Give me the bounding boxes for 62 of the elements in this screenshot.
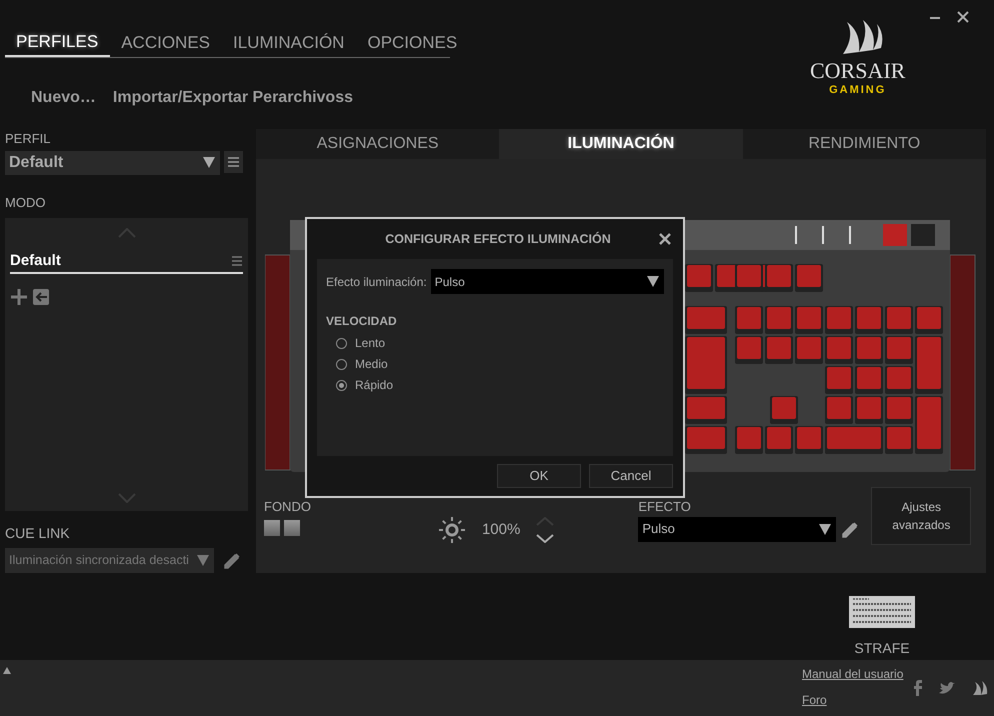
dropdown-value: Iluminación sincronizada desacti: [9, 552, 189, 570]
effect-dropdown[interactable]: Pulso: [638, 516, 836, 542]
effect-dropdown[interactable]: Pulso: [430, 269, 664, 294]
import-icon[interactable]: [32, 288, 50, 306]
caret-icon: [646, 275, 660, 288]
profile-action-link[interactable]: Importar/Exportar Perarchivoss: [112, 86, 353, 110]
profile-action-link[interactable]: Nuevo…: [31, 86, 96, 110]
close-icon[interactable]: [659, 233, 671, 245]
section-label: EFECTO: [638, 498, 692, 516]
section-label: CUE LINK: [5, 524, 71, 543]
section-label: FONDO: [264, 498, 311, 516]
menu-button[interactable]: [224, 150, 243, 172]
pencil-icon[interactable]: [840, 520, 860, 538]
radio-button[interactable]: [336, 380, 347, 390]
dropdown-value: Default: [9, 152, 64, 172]
panel-tab[interactable]: ASIGNACIONES: [256, 129, 500, 159]
dropdown-value: Pulso: [642, 520, 675, 538]
menu-icon: [227, 156, 240, 168]
brightness-icon: [438, 516, 466, 544]
keyboard-icon[interactable]: [849, 596, 915, 628]
dropdown-value: Pulso: [434, 274, 465, 290]
advanced-settings-button[interactable]: Ajustes avanzados: [871, 487, 972, 545]
profile-dropdown[interactable]: Default: [5, 150, 220, 174]
decrease-icon[interactable]: [536, 534, 554, 543]
section-label: PERFIL: [5, 130, 52, 148]
add-icon[interactable]: [10, 288, 28, 306]
logo-subtitle: GAMING: [829, 83, 886, 98]
radio-button[interactable]: [336, 338, 347, 348]
close-icon[interactable]: [957, 10, 970, 24]
expand-icon[interactable]: [3, 667, 11, 674]
logo-wordmark: CORSAIR: [810, 60, 906, 82]
footer-link[interactable]: Foro: [802, 693, 904, 707]
nav-tab[interactable]: ILUMINACIÓN: [222, 32, 356, 57]
mode-name: Default: [10, 250, 61, 271]
sails-icon[interactable]: [971, 680, 990, 696]
dialog-button[interactable]: Cancel: [589, 464, 673, 488]
brightness-reading: 100%: [482, 520, 520, 540]
caret-icon: [196, 554, 210, 567]
radio-button[interactable]: [336, 358, 347, 370]
mode-item[interactable]: Default: [10, 250, 243, 274]
nav-tab[interactable]: OPCIONES: [356, 32, 470, 57]
radio-label: Medio: [355, 356, 388, 373]
section-label: MODO: [5, 194, 46, 212]
nav-tab[interactable]: ACCIONES: [110, 32, 222, 57]
menu-icon[interactable]: [231, 255, 243, 267]
radio-label: Rápido: [355, 377, 394, 394]
field-label: Efecto iluminación:: [326, 274, 427, 290]
swatch-button[interactable]: [264, 520, 280, 536]
nav-tab[interactable]: PERFILES: [5, 32, 110, 57]
bird-icon[interactable]: [939, 682, 956, 694]
facebook-icon[interactable]: [913, 680, 924, 696]
panel-tab[interactable]: RENDIMIENTO: [742, 129, 986, 159]
speed-label: VELOCIDAD: [326, 313, 398, 330]
radio-label: Lento: [355, 335, 386, 352]
footer-link[interactable]: Manual del usuario: [802, 667, 904, 681]
caret-icon: [818, 522, 832, 536]
pencil-icon[interactable]: [222, 551, 241, 570]
dialog-button[interactable]: OK: [497, 464, 581, 488]
caret-icon: [202, 156, 216, 169]
device-name: STRAFE: [854, 640, 910, 656]
dialog-title: CONFIGURAR EFECTO ILUMINACIÓN: [384, 230, 612, 248]
swatch-button[interactable]: [284, 520, 300, 536]
